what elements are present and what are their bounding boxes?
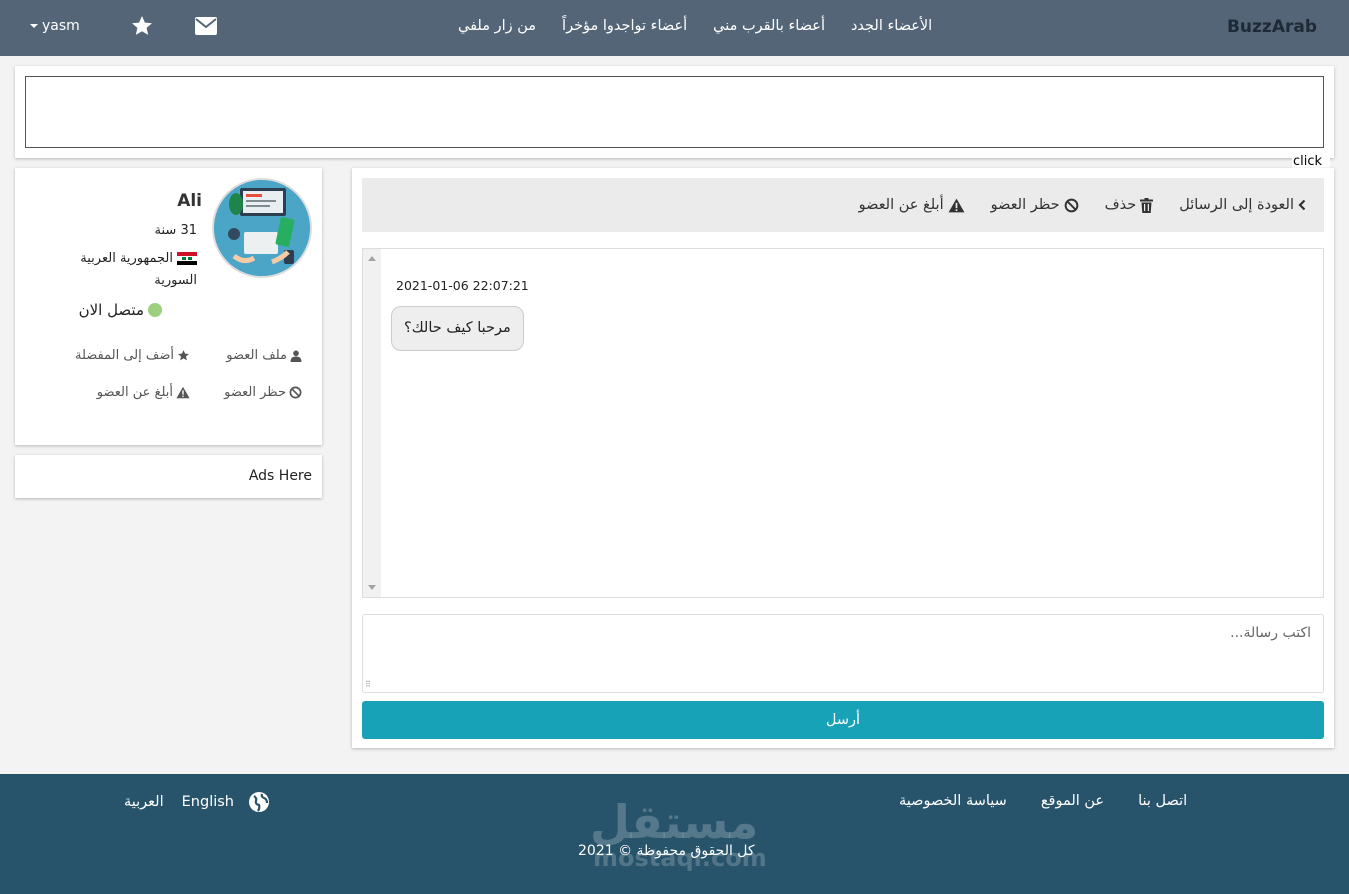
nav-link-recent-members[interactable]: أعضاء تواجدوا مؤخراً — [562, 18, 687, 34]
warning-icon — [176, 386, 190, 399]
caret-down-icon — [30, 24, 38, 28]
ban-icon — [1064, 198, 1078, 212]
user-icon — [290, 350, 302, 362]
footer-link-privacy[interactable]: سياسة الخصوصية — [899, 793, 1007, 809]
report-member-label: أبلغ عن العضو — [96, 385, 173, 400]
star-icon — [178, 350, 189, 361]
thread-scrollbar[interactable] — [363, 249, 381, 597]
block-member-label: حظر العضو — [224, 385, 286, 400]
brand-logo[interactable]: BuzzArab — [1227, 17, 1317, 37]
online-status: متصل الان — [79, 301, 162, 319]
username-label: yasm — [42, 18, 80, 34]
message-bubble: مرحبا كيف حالك؟ — [391, 306, 524, 351]
language-switcher: English العربية — [124, 791, 270, 813]
ad-banner-frame[interactable] — [25, 76, 1324, 148]
envelope-icon[interactable] — [194, 14, 218, 38]
language-english[interactable]: English — [182, 794, 234, 810]
delete-conversation-button[interactable]: حذف — [1105, 197, 1154, 213]
add-favorite-label: أضف إلى المفضلة — [75, 348, 174, 363]
add-favorite-link[interactable]: أضف إلى المفضلة — [62, 348, 190, 363]
nav-user-area: yasm — [30, 14, 218, 38]
conversation-panel: العودة إلى الرسائل حذف حظر العضو أبلغ عن… — [352, 168, 1334, 748]
warning-icon — [948, 198, 965, 212]
site-footer: مستقل mostaql.com اتصل بنا عن الموقع سيا… — [0, 774, 1349, 894]
mostaql-watermark: مستقل mostaql.com — [590, 794, 767, 874]
footer-links: اتصل بنا عن الموقع سياسة الخصوصية — [899, 793, 1187, 809]
delete-conversation-label: حذف — [1104, 197, 1137, 213]
member-country: الجمهورية العربية السورية — [57, 248, 197, 292]
ad-click-tag[interactable]: click — [1292, 148, 1330, 170]
footer-link-about[interactable]: عن الموقع — [1041, 793, 1104, 809]
back-to-messages-label: العودة إلى الرسائل — [1179, 197, 1294, 213]
back-to-messages-button[interactable]: العودة إلى الرسائل — [1179, 197, 1306, 213]
message-timestamp: 2021-01-06 22:07:21 — [396, 278, 529, 293]
conversation-toolbar: العودة إلى الرسائل حذف حظر العضو أبلغ عن… — [362, 178, 1324, 232]
ads-box: Ads Here — [15, 455, 322, 498]
trash-icon — [1140, 197, 1154, 213]
nav-link-nearby-members[interactable]: أعضاء بالقرب مني — [713, 18, 825, 34]
watermark-arabic: مستقل — [590, 795, 759, 849]
language-arabic[interactable]: العربية — [124, 794, 164, 810]
footer-link-contact[interactable]: اتصل بنا — [1138, 793, 1187, 809]
block-member-link[interactable]: حظر العضو — [190, 385, 302, 400]
scroll-down-arrow-icon[interactable] — [368, 585, 376, 590]
ban-icon — [289, 386, 302, 399]
view-profile-link[interactable]: ملف العضو — [190, 348, 302, 363]
report-member-link[interactable]: أبلغ عن العضو — [62, 385, 190, 400]
member-avatar[interactable] — [212, 178, 312, 278]
ad-banner — [15, 66, 1334, 158]
top-navbar: BuzzArab الأعضاء الجدد أعضاء بالقرب مني … — [0, 0, 1349, 56]
star-icon[interactable] — [130, 14, 154, 38]
nav-link-profile-visitors[interactable]: من زار ملفي — [458, 18, 536, 34]
ads-label: Ads Here — [248, 468, 312, 484]
copyright-text: كل الحقوق محفوظة © 2021 — [578, 843, 755, 859]
globe-icon — [249, 792, 269, 812]
member-profile-card: Ali 31 سنة الجمهورية العربية السورية متص… — [15, 168, 322, 445]
report-member-toolbar-label: أبلغ عن العضو — [858, 197, 944, 213]
block-member-toolbar-label: حظر العضو — [990, 197, 1060, 213]
main-nav-links: الأعضاء الجدد أعضاء بالقرب مني أعضاء توا… — [458, 18, 932, 34]
online-status-label: متصل الان — [78, 301, 144, 319]
message-thread[interactable]: 2021-01-06 22:07:21 مرحبا كيف حالك؟ — [362, 248, 1324, 598]
user-menu-dropdown[interactable]: yasm — [30, 18, 80, 34]
syria-flag-icon — [177, 252, 197, 265]
member-name: Ali — [177, 191, 202, 211]
member-age: 31 سنة — [154, 223, 197, 238]
message-compose-input[interactable] — [362, 614, 1324, 693]
view-profile-label: ملف العضو — [226, 348, 287, 363]
online-dot-icon — [148, 303, 162, 317]
member-actions: ملف العضو أضف إلى المفضلة حظر العضو أبلغ… — [62, 348, 302, 400]
send-message-button[interactable]: أرسل — [362, 701, 1324, 739]
block-member-toolbar-button[interactable]: حظر العضو — [991, 197, 1079, 213]
scroll-up-arrow-icon[interactable] — [368, 256, 376, 261]
resize-grip-icon[interactable]: ⠿ — [365, 680, 371, 689]
report-member-toolbar-button[interactable]: أبلغ عن العضو — [859, 197, 965, 213]
chevron-left-icon — [1298, 199, 1306, 211]
nav-link-new-members[interactable]: الأعضاء الجدد — [851, 18, 932, 34]
